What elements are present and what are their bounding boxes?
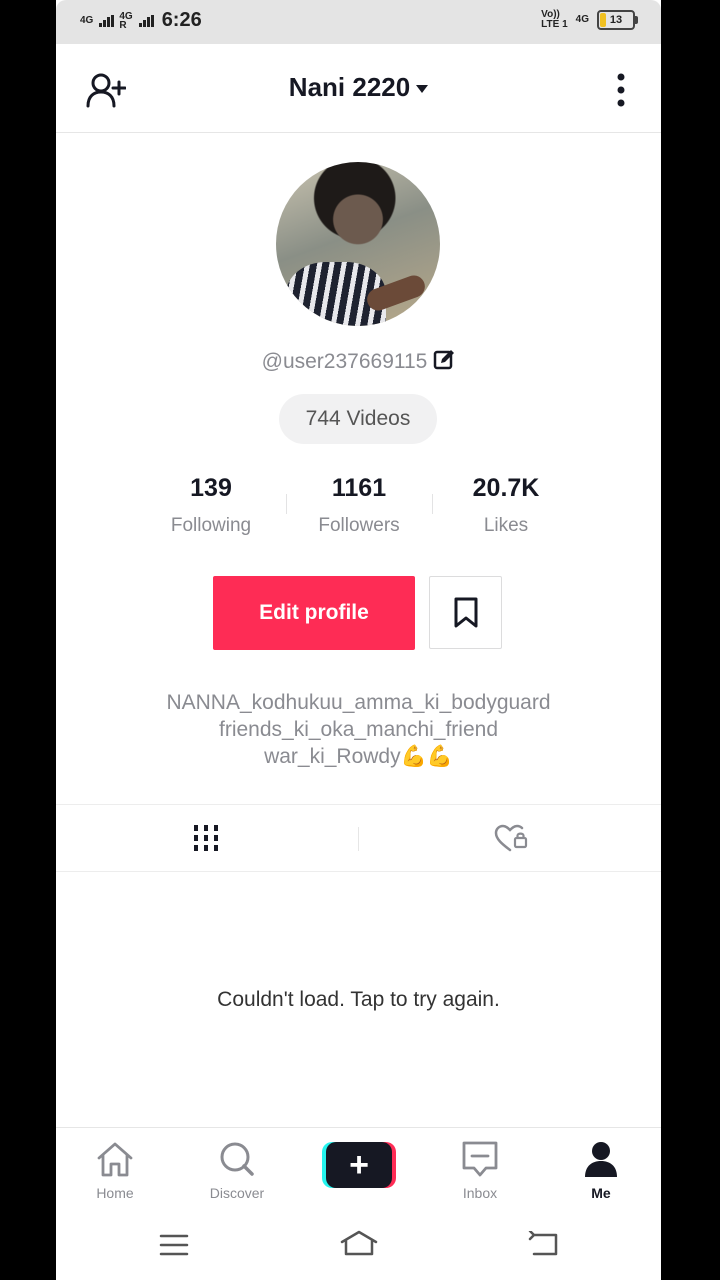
stat-likes[interactable]: 20.7K Likes (446, 474, 566, 537)
clock: 6:26 (161, 9, 202, 31)
create-button[interactable]: + (322, 1142, 396, 1188)
favorites-button[interactable] (429, 576, 502, 649)
avatar[interactable] (276, 162, 440, 326)
volte-indicator: Vo)) LTE 1 (541, 9, 568, 30)
bookmark-icon (454, 597, 477, 627)
signal-area: 4G 4G R 6:26 (80, 9, 202, 32)
profile-icon (585, 1142, 617, 1177)
caret-down-icon (416, 85, 429, 94)
menu-icon[interactable] (159, 1233, 189, 1257)
nav-inbox[interactable]: Inbox (435, 1140, 525, 1201)
likes-label: Likes (483, 515, 529, 536)
nav-discover[interactable]: Discover (192, 1140, 282, 1201)
network2-indicator: 4G R (119, 10, 133, 31)
stat-following[interactable]: 139 Following (151, 474, 271, 537)
search-icon (220, 1142, 254, 1176)
stat-divider (432, 494, 433, 514)
following-label: Following (170, 515, 252, 536)
load-error-message[interactable]: Couldn't load. Tap to try again. (56, 988, 661, 1012)
kebab-icon[interactable] (615, 72, 627, 108)
username: @user237669115 (261, 350, 428, 373)
likes-count: 20.7K (472, 474, 540, 502)
videos-grid-icon[interactable] (192, 823, 220, 853)
status-right: Vo)) LTE 1 4G 13 (541, 9, 638, 30)
data-type-indicator: 4G (575, 14, 589, 25)
following-count: 139 (190, 474, 232, 502)
bio-line: war_ki_Rowdy💪💪 (264, 745, 453, 768)
network1-indicator: 4G (80, 15, 94, 26)
liked-private-icon[interactable] (494, 823, 528, 853)
nav-home[interactable]: Home (70, 1140, 160, 1201)
bottom-nav: Home Discover + Inbox Me (56, 1127, 661, 1214)
nav-label: Home (96, 1185, 134, 1201)
stat-divider (286, 494, 287, 514)
tab-divider (358, 827, 359, 851)
system-home-icon[interactable] (339, 1229, 379, 1257)
followers-count: 1161 (331, 474, 387, 502)
stats-row: 139 Following 1161 Followers 20.7K Likes (56, 474, 661, 544)
page-title: Nani 2220 (288, 72, 411, 102)
content-tabs (56, 804, 661, 872)
inbox-icon (462, 1141, 498, 1177)
stat-followers[interactable]: 1161 Followers (299, 474, 419, 537)
nav-label: Me (591, 1185, 611, 1201)
back-icon[interactable] (528, 1231, 558, 1257)
username-row[interactable]: @user237669115 (56, 349, 661, 374)
followers-label: Followers (318, 515, 400, 536)
nav-me[interactable]: Me (556, 1140, 646, 1201)
edit-icon[interactable] (433, 349, 455, 371)
bio-line: friends_ki_oka_manchi_friend (219, 718, 498, 741)
edit-profile-button[interactable]: Edit profile (213, 576, 415, 650)
create-icon: + (326, 1142, 392, 1188)
nav-label: Inbox (462, 1185, 498, 1201)
battery-icon: 13 (597, 10, 638, 30)
profile-header: Nani 2220 (56, 44, 661, 133)
bio-line: NANNA_kodhukuu_amma_ki_bodyguard (166, 691, 551, 714)
signal1-icon (99, 14, 115, 27)
system-nav-bar (56, 1213, 661, 1280)
nav-label: Discover (209, 1185, 265, 1201)
bio: NANNA_kodhukuu_amma_ki_bodyguard friends… (56, 689, 661, 770)
home-icon (97, 1142, 133, 1177)
account-switcher[interactable]: Nani 2220 (56, 72, 661, 103)
videos-count-badge: 744 Videos (279, 394, 437, 444)
signal2-icon (138, 14, 154, 27)
phone-screen: 4G 4GR 6:26 Vo))LTE 1 4G 13 Nani 2220 (56, 0, 661, 1280)
status-bar: 4G 4G R 6:26 Vo)) LTE 1 4G 13 (56, 0, 661, 44)
